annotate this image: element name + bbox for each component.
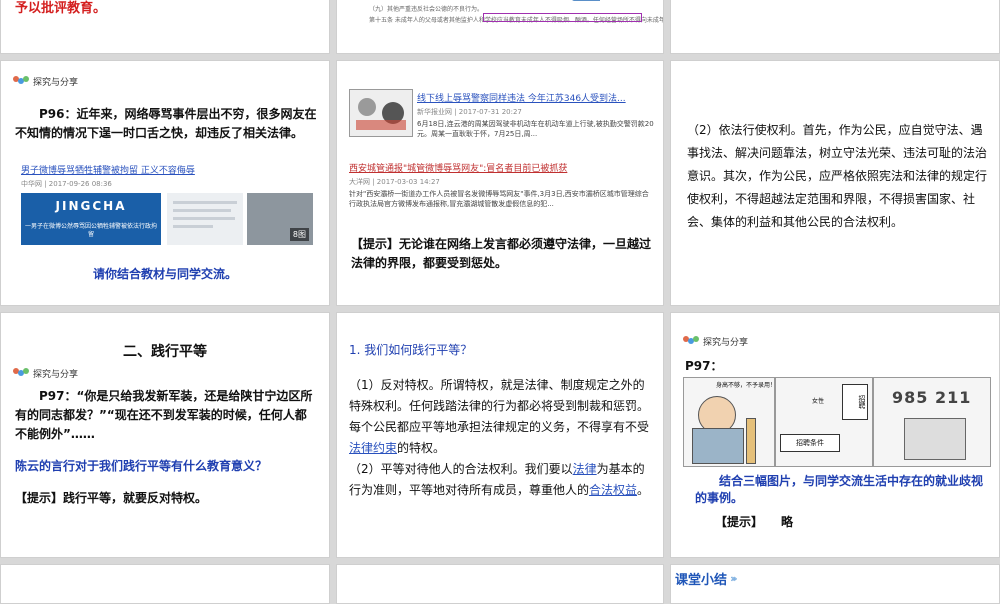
link-legal-rights[interactable]: 合法权益 xyxy=(589,483,637,497)
p97-hint: 【提示】 略 xyxy=(715,513,793,532)
share-label: 探究与分享 xyxy=(33,78,79,88)
summary-label: 课堂小结 xyxy=(675,573,728,588)
news-link-1[interactable]: 线下线上辱骂警察同样违法 今年江苏346人受到法... xyxy=(417,91,657,104)
equality-question: 陈云的言行对于我们践行平等有什么教育意义？ xyxy=(15,459,268,473)
how-paragraph-2: （2）平等对待他人的合法权利。我们要以法律为基本的行为准则，平等地对待所有成员，… xyxy=(349,459,655,501)
share-label: 探究与分享 xyxy=(703,338,749,348)
banner-text: JINGCHA xyxy=(55,199,127,213)
slide-p96: 探究与分享 P96：近年来，网络辱骂事件层出不穷，很多网友在不知情的情况下逞一时… xyxy=(0,60,330,306)
news-link-p96[interactable]: 男子微博辱骂牺牲辅警被拘留 正义不容侮辱 xyxy=(21,163,195,176)
slide-rights: （2）依法行使权利。首先，作为公民，应自觉守法、遇事找法、解决问题靠法，树立守法… xyxy=(670,60,1000,306)
share-header: 探究与分享 xyxy=(13,75,78,88)
equality-hint: 【提示】践行平等，就要反对特权。 xyxy=(15,491,208,505)
p1-text-after: 的特权。 xyxy=(397,441,446,455)
p2-text-end: 。 xyxy=(637,483,650,497)
slide-news: 线下线上辱骂警察同样违法 今年江苏346人受到法... 新华报业网 | 2017… xyxy=(336,60,664,306)
people-icon xyxy=(683,335,699,348)
cartoon-degree-discrimination[interactable]: 985 211 xyxy=(873,377,991,467)
news-meta-2: 大洋网 | 2017-03-03 14:27 xyxy=(349,178,440,186)
slide-top-left: 予以批评教育。 xyxy=(0,0,330,54)
p97-quote: P97：“你是只给我发新军装，还是给陕甘宁边区所有的同志都发？”“现在还不到发军… xyxy=(15,389,313,441)
banner-caption: 一男子在微博公然辱骂因公牺牲辅警被依法行政拘留 xyxy=(25,223,158,238)
slide-top-middle: （九）其他严重违反社会公德的不良行为。 第十五条 未成年人的父母或者其他监护人和… xyxy=(336,0,664,54)
p97-label: P97： xyxy=(685,359,723,373)
photo-image[interactable]: 8图 xyxy=(247,193,313,245)
news-thumbnail-cartoon[interactable] xyxy=(349,89,413,137)
rights-text: （2）依法行使权利。首先，作为公民，应自觉守法、遇事找法、解决问题靠法，树立守法… xyxy=(687,123,988,229)
weibo-screenshot-image[interactable] xyxy=(167,193,243,245)
slide-bottom-middle xyxy=(336,564,664,604)
slide-summary: 课堂小结 ››› xyxy=(670,564,1000,604)
cartoon2-recruit: 招聘 xyxy=(842,384,868,420)
news-meta-1: 新华报业网 | 2017-07-31 20:27 xyxy=(417,108,522,116)
link-law-constraint[interactable]: 法律约束 xyxy=(349,441,397,455)
news-meta-p96: 中华网 | 2017-09-26 08:36 xyxy=(21,180,112,188)
cartoon1-caption: 身高不够，不予录用！ xyxy=(716,382,775,389)
p1-text-before: （1）反对特权。所谓特权，就是法律、制度规定之外的特殊权利。任何践踏法律的行为都… xyxy=(349,378,650,434)
p96-prompt: 请你结合教材与同学交流。 xyxy=(92,267,237,281)
people-icon xyxy=(13,75,29,88)
share-header: 探究与分享 xyxy=(13,367,78,380)
law-document-excerpt: （九）其他严重违反社会公德的不良行为。 第十五条 未成年人的父母或者其他监护人和… xyxy=(337,0,663,53)
p96-text: P96：近年来，网络辱骂事件层出不穷，很多网友在不知情的情况下逞一时口舌之快，却… xyxy=(15,107,317,140)
doc-line-1: （九）其他严重违反社会公德的不良行为。 xyxy=(369,6,484,13)
slide-equality: 二、践行平等 探究与分享 P97：“你是只给我发新军装，还是给陕甘宁边区所有的同… xyxy=(0,312,330,558)
slide-bottom-left xyxy=(0,564,330,604)
police-banner-image[interactable]: JINGCHA 一男子在微博公然辱骂因公牺牲辅警被依法行政拘留 xyxy=(21,193,161,245)
chevron-right-icon: ››› xyxy=(730,572,737,585)
arrow-decoration-icon xyxy=(572,0,600,1)
news-snippet-2: 针对"西安灞桥一街道办工作人员被冒名发微博辱骂网友"事件,3月3日,西安市灞桥区… xyxy=(349,190,649,208)
share-header: 探究与分享 xyxy=(683,335,748,348)
how-heading: 1. 我们如何践行平等？ xyxy=(349,343,473,357)
cartoon2-tag: 女性 xyxy=(812,398,825,405)
image-count-badge: 8图 xyxy=(289,228,309,241)
doc-highlight-box xyxy=(483,13,642,22)
p97-prompt: 结合三幅图片，与同学交流生活中存在的就业歧视的事例。 xyxy=(695,474,984,505)
cartoon-gender-discrimination[interactable]: 招聘条件 女性 招聘 xyxy=(775,377,873,467)
slide-p97-jobs: 探究与分享 P97： 身高不够，不予录用！ 招聘条件 女性 招聘 985 211… xyxy=(670,312,1000,558)
cartoon2-sign: 招聘条件 xyxy=(780,434,840,452)
share-label: 探究与分享 xyxy=(33,370,79,380)
news-snippet-1: 6月18日,连云港的周某因驾驶非机动车在机动车道上行驶,被执勤交警罚款20元。周… xyxy=(417,120,654,138)
p97-hint-label: 【提示】 xyxy=(715,515,764,529)
how-paragraph-1: （1）反对特权。所谓特权，就是法律、制度规定之外的特殊权利。任何践踏法律的行为都… xyxy=(349,375,655,459)
link-law[interactable]: 法律 xyxy=(573,462,597,476)
top-left-text: 予以批评教育。 xyxy=(15,1,107,16)
p97-hint-text: 略 xyxy=(781,515,794,529)
cartoon-height-discrimination[interactable]: 身高不够，不予录用！ xyxy=(683,377,775,467)
slide-top-right xyxy=(670,0,1000,54)
people-icon xyxy=(13,367,29,380)
cartoon3-text: 985 211 xyxy=(892,388,972,407)
slide-how-equality: 1. 我们如何践行平等？ （1）反对特权。所谓特权，就是法律、制度规定之外的特殊… xyxy=(336,312,664,558)
section-title: 二、践行平等 xyxy=(123,344,207,360)
summary-heading: 课堂小结 ››› xyxy=(675,569,737,588)
news-link-2[interactable]: 西安城管通报"城管微博辱骂网友":冒名者目前已被抓获 xyxy=(349,161,567,174)
news-hint: 【提示】无论谁在网络上发言都必须遵守法律，一旦越过法律的界限，都要受到惩处。 xyxy=(351,237,652,270)
p2-text-before: （2）平等对待他人的合法权利。我们要以 xyxy=(349,462,573,476)
